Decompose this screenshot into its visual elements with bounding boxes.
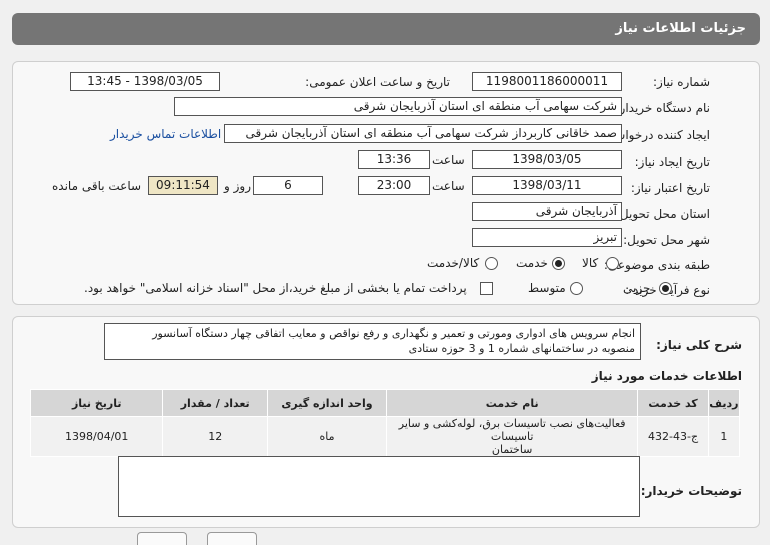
process-radio-medium[interactable] — [570, 282, 583, 295]
header-unit: واحد اندازه گیری — [266, 389, 387, 417]
service-name-line-1: فعالیت‌های نصب تاسیسات برق، لوله‌کشی و س… — [398, 417, 626, 443]
category-option-goods: کالا — [582, 256, 599, 270]
need-number-field[interactable]: 1198001186000011 — [472, 72, 622, 91]
services-table-header: ردیف کد خدمت نام خدمت واحد اندازه گیری ت… — [29, 389, 741, 417]
cell-service-name: فعالیت‌های نصب تاسیسات برق، لوله‌کشی و س… — [385, 416, 639, 457]
category-radio-goods-service[interactable] — [485, 257, 498, 270]
buyer-notes-label: توضیحات خریدار: — [640, 484, 742, 498]
category-radio-service[interactable] — [552, 257, 565, 270]
process-option-medium: متوسط — [528, 281, 566, 295]
category-option-goods-service: کالا/خدمت — [427, 256, 480, 270]
delivery-city-label: شهر محل تحویل: — [623, 233, 710, 247]
remaining-time-field: 09:11:54 — [148, 176, 218, 195]
cell-service-code: ج-43-432 — [637, 416, 709, 457]
description-line-2: منصوبه در ساختمانهای شماره 1 و 3 حوزه ست… — [408, 342, 635, 355]
header-service-code: کد خدمت — [637, 389, 709, 417]
page-title: جزئیات اطلاعات نیاز — [12, 13, 760, 45]
buyer-notes-box[interactable] — [118, 456, 640, 517]
cell-need-date: 1398/04/01 — [29, 416, 164, 457]
validity-date-field[interactable]: 1398/03/11 — [472, 176, 622, 195]
description-line-1: انجام سرویس های ادواری ومورتی و تعمیر و … — [152, 327, 635, 340]
treasury-payment-note: پرداخت تمام یا بخشی از مبلغ خرید،از محل … — [84, 281, 467, 295]
description-box[interactable]: انجام سرویس های ادواری ومورتی و تعمیر و … — [104, 323, 641, 360]
validity-time-word: ساعت — [432, 179, 465, 193]
cell-unit: ماه — [266, 416, 387, 457]
created-time-word: ساعت — [432, 153, 465, 167]
buyer-org-label: نام دستگاه خریدار: — [615, 101, 711, 115]
table-row[interactable]: 1 ج-43-432 فعالیت‌های نصب تاسیسات برق، ل… — [29, 416, 741, 457]
cell-quantity: 12 — [162, 416, 268, 457]
created-time-field[interactable]: 13:36 — [358, 150, 430, 169]
buyer-contact-link[interactable]: اطلاعات تماس خریدار — [110, 127, 221, 141]
created-date-label: تاریخ ایجاد نیاز: — [634, 155, 710, 169]
created-date-field[interactable]: 1398/03/05 — [472, 150, 622, 169]
bottom-button-bar — [12, 532, 760, 545]
category-label: طبقه بندی موضوعی: — [603, 258, 710, 272]
remaining-time-label: ساعت باقی مانده — [52, 179, 142, 193]
delivery-province-label: استان محل تحویل: — [615, 207, 710, 221]
header-row-number: ردیف — [707, 389, 741, 417]
treasury-payment-checkbox[interactable] — [480, 282, 493, 295]
requester-field[interactable]: صمد خاقانی کاربرداز شرکت سهامی آب منطقه … — [224, 124, 622, 143]
announce-datetime-label: تاریخ و ساعت اعلان عمومی: — [305, 75, 450, 89]
validity-date-label: تاریخ اعتبار نیاز: — [630, 181, 710, 195]
header-service-name: نام خدمت — [385, 389, 639, 417]
header-quantity: تعداد / مقدار — [162, 389, 268, 417]
bottom-button-right[interactable] — [207, 532, 257, 545]
need-number-label: شماره نیاز: — [653, 75, 710, 89]
services-table: ردیف کد خدمت نام خدمت واحد اندازه گیری ت… — [29, 389, 741, 457]
days-word: روز و — [224, 179, 251, 193]
delivery-province-field[interactable]: آذربایجان شرقی — [472, 202, 622, 221]
cell-row-number: 1 — [707, 416, 741, 457]
bottom-button-left[interactable] — [137, 532, 187, 545]
header-need-date: تاریخ نیاز — [29, 389, 164, 417]
service-name-line-2: ساختمان — [491, 443, 533, 456]
buyer-org-field[interactable]: شرکت سهامی آب منطقه ای استان آذربایجان ش… — [174, 97, 622, 116]
category-radio-goods[interactable] — [606, 257, 619, 270]
category-option-service: خدمت — [516, 256, 548, 270]
services-section-title: اطلاعات خدمات مورد نیاز — [591, 369, 742, 383]
process-option-minor: جزیی — [623, 281, 651, 295]
delivery-city-field[interactable]: تبریز — [472, 228, 622, 247]
validity-time-field[interactable]: 23:00 — [358, 176, 430, 195]
description-label: شرح کلی نیاز: — [656, 338, 742, 352]
process-radio-minor[interactable] — [659, 282, 672, 295]
remaining-days-field[interactable]: 6 — [253, 176, 323, 195]
announce-datetime-field[interactable]: 1398/03/05 - 13:45 — [70, 72, 220, 91]
